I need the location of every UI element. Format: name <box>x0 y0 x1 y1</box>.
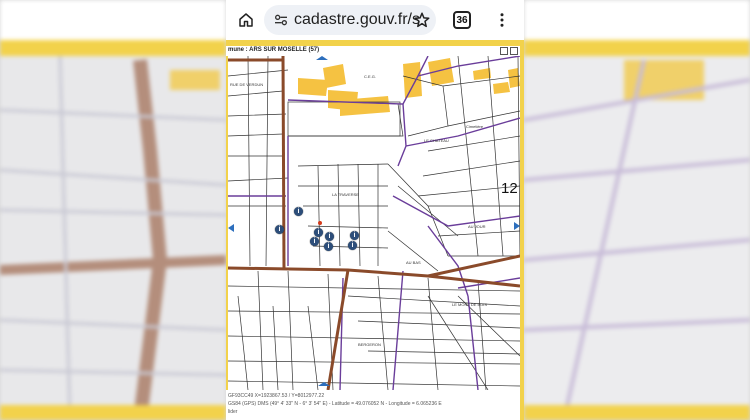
section-number: 12 <box>501 180 518 197</box>
map-titlebar: mune : ARS SUR MOSELLE (57) <box>226 46 520 56</box>
menu-button[interactable] <box>490 8 514 32</box>
url-text: cadastre.gouv.fr/s <box>294 11 420 28</box>
info-marker-6[interactable]: i <box>324 242 333 251</box>
buildings <box>298 58 520 116</box>
more-vert-icon <box>500 13 504 27</box>
blurred-background-right <box>524 0 750 420</box>
site-settings-icon[interactable] <box>270 12 292 28</box>
selected-point-marker <box>318 221 322 225</box>
coordinates-panel: GF93CC49 X=1923867.53 / Y=8012977.22 GS8… <box>226 390 520 420</box>
info-marker-3[interactable]: i <box>314 228 323 237</box>
cadastre-map[interactable]: C.E.G. RUE DE VERDUN Cimetière LE CHATEA… <box>228 56 520 390</box>
browser-toolbar: cadastre.gouv.fr/s 36 <box>226 0 524 40</box>
coords-gps: GS84 (GPS) DMS (49° 4' 33" N - 6° 3' 54"… <box>228 401 442 407</box>
info-marker-2[interactable]: i <box>275 225 284 234</box>
info-marker-7[interactable]: i <box>350 231 359 240</box>
home-button[interactable] <box>234 8 258 32</box>
info-marker-8[interactable]: i <box>348 241 357 250</box>
info-marker-4[interactable]: i <box>325 232 334 241</box>
star-icon <box>414 12 430 28</box>
map-maximize-button[interactable] <box>510 47 518 55</box>
tab-count: 36 <box>453 11 471 29</box>
map-drawing <box>228 56 520 390</box>
tab-switcher-button[interactable]: 36 <box>450 8 474 32</box>
coords-lambert: GF93CC49 X=1923867.53 / Y=8012977.22 <box>228 393 325 399</box>
blurred-background-left <box>0 0 226 420</box>
info-marker-5[interactable]: i <box>310 237 319 246</box>
home-icon <box>239 13 253 27</box>
info-marker-1[interactable]: i <box>294 207 303 216</box>
bookmark-button[interactable] <box>410 8 434 32</box>
slider-label[interactable]: lider <box>228 409 237 415</box>
commune-title: mune : ARS SUR MOSELLE (57) <box>228 47 320 53</box>
map-minimize-button[interactable] <box>500 47 508 55</box>
